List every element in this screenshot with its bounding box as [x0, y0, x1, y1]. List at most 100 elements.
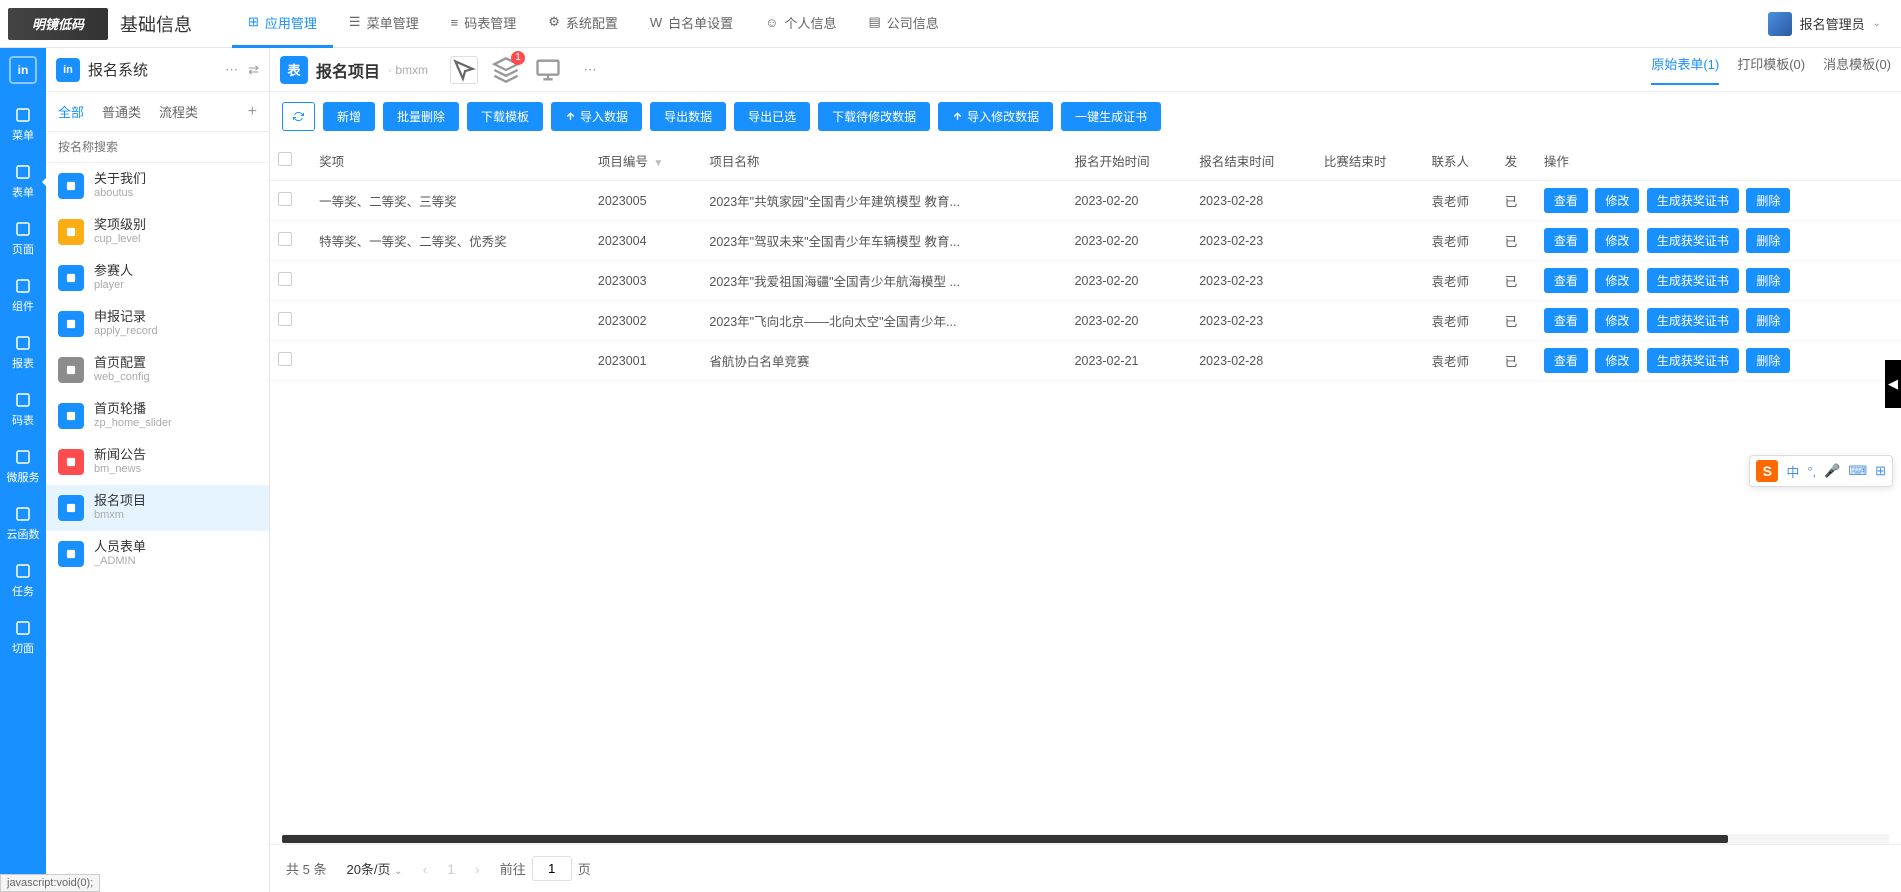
top-nav-item[interactable]: W白名单设置 [634, 0, 749, 48]
rail-item[interactable]: 码表 [0, 381, 46, 438]
edit-button[interactable]: 修改 [1595, 188, 1639, 213]
user-menu[interactable]: 报名管理员 ⌄ [1768, 12, 1901, 36]
more-icon[interactable]: ⋯ [225, 62, 238, 78]
gen-cert-button[interactable]: 生成获奖证书 [1647, 268, 1739, 293]
top-nav-item[interactable]: ≡码表管理 [435, 0, 533, 48]
page-number[interactable]: 1 [447, 861, 455, 877]
row-checkbox[interactable] [278, 312, 292, 326]
rail-item[interactable]: 报表 [0, 324, 46, 381]
top-nav-item[interactable]: ☰菜单管理 [333, 0, 435, 48]
right-drawer-toggle[interactable]: ◀ [1885, 360, 1901, 408]
ime-punct-icon[interactable]: °, [1807, 464, 1816, 479]
column-header[interactable]: 项目名称 [701, 141, 1066, 181]
tree-item[interactable]: 奖项级别cup_level [46, 209, 269, 255]
rail-item[interactable]: 任务 [0, 552, 46, 609]
gen-cert-button[interactable]: 一键生成证书 [1061, 102, 1161, 131]
gen-cert-button[interactable]: 生成获奖证书 [1647, 348, 1739, 373]
view-button[interactable]: 查看 [1544, 308, 1588, 333]
top-nav-item[interactable]: ⊞应用管理 [232, 0, 333, 48]
prev-page-button[interactable]: ‹ [423, 861, 428, 877]
view-button[interactable]: 查看 [1544, 188, 1588, 213]
tree-item[interactable]: 首页配置web_config [46, 347, 269, 393]
download-modify-button[interactable]: 下载待修改数据 [818, 102, 930, 131]
gen-cert-button[interactable]: 生成获奖证书 [1647, 228, 1739, 253]
layers-button[interactable]: 1 [492, 56, 520, 84]
app-icon[interactable]: in [9, 56, 37, 84]
batch-delete-button[interactable]: 批量删除 [383, 102, 459, 131]
column-header[interactable]: 报名结束时间 [1191, 141, 1316, 181]
import-modify-button[interactable]: 导入修改数据 [938, 102, 1053, 131]
left-tab[interactable]: 普通类 [102, 98, 141, 125]
delete-button[interactable]: 删除 [1746, 188, 1790, 213]
rail-item[interactable]: 表单 [0, 153, 46, 210]
tree-item[interactable]: 参赛人player [46, 255, 269, 301]
tree-item[interactable]: 报名项目bmxm [46, 485, 269, 531]
rail-item[interactable]: 页面 [0, 210, 46, 267]
content-header-tab[interactable]: 消息模板(0) [1823, 54, 1891, 85]
ime-mic-icon[interactable]: 🎤 [1824, 463, 1840, 479]
download-template-button[interactable]: 下载模板 [467, 102, 543, 131]
rail-item[interactable]: 组件 [0, 267, 46, 324]
left-tab[interactable]: 全部 [58, 98, 84, 125]
ime-grid-icon[interactable]: ⊞ [1875, 463, 1886, 479]
add-button[interactable]: 新增 [323, 102, 375, 131]
rail-item[interactable]: 微服务 [0, 438, 46, 495]
delete-button[interactable]: 删除 [1746, 228, 1790, 253]
jump-input[interactable] [532, 856, 572, 881]
tree-item[interactable]: 关于我们aboutus [46, 163, 269, 209]
content-header-tab[interactable]: 原始表单(1) [1651, 54, 1719, 85]
top-nav-item[interactable]: ▤公司信息 [852, 0, 954, 48]
column-header[interactable]: 联系人 [1423, 141, 1496, 181]
view-button[interactable]: 查看 [1544, 228, 1588, 253]
gen-cert-button[interactable]: 生成获奖证书 [1647, 308, 1739, 333]
page-size-select[interactable]: 20条/页 ⌄ [346, 859, 402, 878]
rail-item[interactable]: 云函数 [0, 495, 46, 552]
more-tools-button[interactable]: ⋯ [576, 56, 604, 84]
top-nav-item[interactable]: ☺个人信息 [749, 0, 852, 48]
row-checkbox[interactable] [278, 272, 292, 286]
next-page-button[interactable]: › [475, 861, 480, 877]
delete-button[interactable]: 删除 [1746, 308, 1790, 333]
cursor-tool-button[interactable] [450, 56, 478, 84]
export-selected-button[interactable]: 导出已选 [734, 102, 810, 131]
delete-button[interactable]: 删除 [1746, 348, 1790, 373]
rail-item[interactable]: 菜单 [0, 96, 46, 153]
column-header[interactable]: 操作 [1536, 141, 1901, 181]
gen-cert-button[interactable]: 生成获奖证书 [1647, 188, 1739, 213]
rail-item[interactable]: 切面 [0, 609, 46, 666]
ime-lang[interactable]: 中 [1786, 462, 1799, 481]
column-header[interactable]: 奖项 [311, 141, 590, 181]
export-data-button[interactable]: 导出数据 [650, 102, 726, 131]
edit-button[interactable]: 修改 [1595, 268, 1639, 293]
column-header[interactable]: 报名开始时间 [1067, 141, 1192, 181]
filter-icon[interactable]: ▼ [653, 158, 663, 169]
refresh-button[interactable] [282, 102, 315, 131]
view-button[interactable]: 查看 [1544, 348, 1588, 373]
top-nav-item[interactable]: ⚙系统配置 [532, 0, 634, 48]
add-category-button[interactable]: + [248, 103, 257, 121]
edit-button[interactable]: 修改 [1595, 348, 1639, 373]
row-checkbox[interactable] [278, 232, 292, 246]
row-checkbox[interactable] [278, 192, 292, 206]
delete-button[interactable]: 删除 [1746, 268, 1790, 293]
view-button[interactable]: 查看 [1544, 268, 1588, 293]
horizontal-scrollbar[interactable] [282, 834, 1889, 844]
ime-bar[interactable]: S 中 °, 🎤 ⌨ ⊞ [1749, 455, 1893, 487]
column-header[interactable]: 发 [1497, 141, 1536, 181]
import-data-button[interactable]: 导入数据 [551, 102, 642, 131]
swap-icon[interactable]: ⇄ [248, 62, 259, 78]
tree-item[interactable]: 人员表单_ADMIN [46, 531, 269, 577]
ime-keyboard-icon[interactable]: ⌨ [1848, 463, 1867, 479]
row-checkbox[interactable] [278, 352, 292, 366]
edit-button[interactable]: 修改 [1595, 228, 1639, 253]
select-all-checkbox[interactable] [278, 152, 292, 166]
left-tab[interactable]: 流程类 [159, 98, 198, 125]
tree-item[interactable]: 申报记录apply_record [46, 301, 269, 347]
desktop-button[interactable] [534, 56, 562, 84]
tree-search-input[interactable] [46, 132, 269, 163]
column-header[interactable]: 项目编号 ▼ [590, 141, 701, 181]
tree-item[interactable]: 新闻公告bm_news [46, 439, 269, 485]
content-header-tab[interactable]: 打印模板(0) [1737, 54, 1805, 85]
edit-button[interactable]: 修改 [1595, 308, 1639, 333]
column-header[interactable]: 比赛结束时 [1316, 141, 1424, 181]
